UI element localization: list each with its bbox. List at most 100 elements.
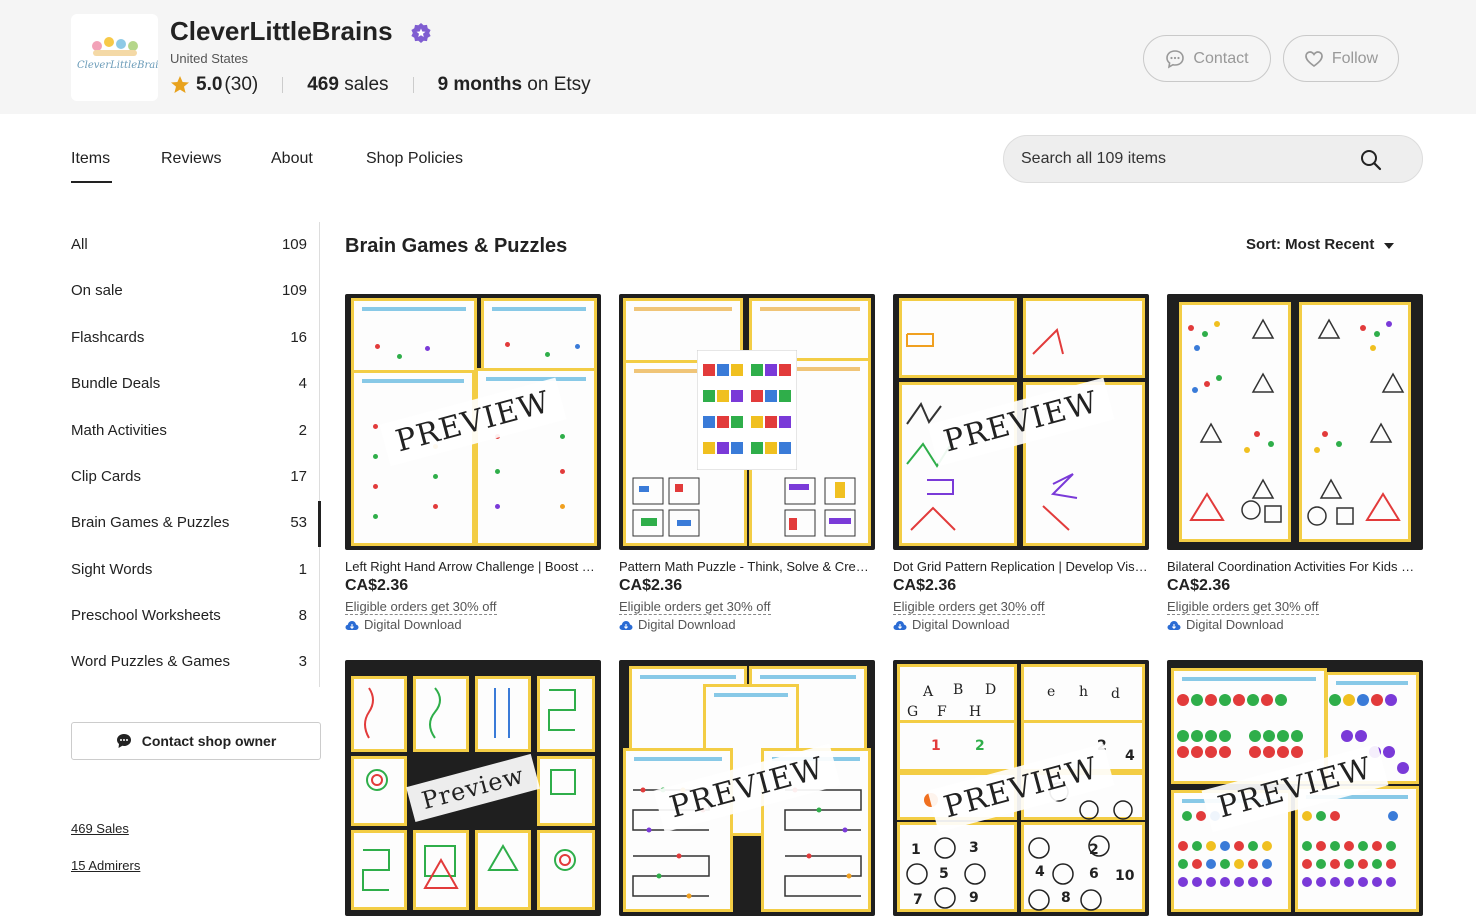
svg-text:3: 3 [969,840,979,856]
sidebar-item-brain-games-puzzles[interactable]: Brain Games & Puzzles 53 [71,514,307,538]
sidebar-item-label: Flashcards [71,329,145,346]
listing-thumbnail[interactable]: ABDGFH ehd 1224 13597 246108 PREVIEW [893,660,1149,916]
svg-text:h: h [1079,684,1088,700]
sidebar-item-bundle-deals[interactable]: Bundle Deals 4 [71,375,307,399]
caret-down-icon [1384,242,1395,249]
section-title: Brain Games & Puzzles [345,235,568,257]
listing-title[interactable]: Pattern Math Puzzle - Think, Solve & Cre… [619,559,875,574]
sidebar-item-clip-cards[interactable]: Clip Cards 17 [71,468,307,492]
cloud-download-icon [893,620,907,630]
sidebar-item-word-puzzles-games[interactable]: Word Puzzles & Games 3 [71,653,307,677]
pattern-boxes-image [632,477,856,537]
svg-text:B: B [953,682,963,698]
heart-icon [1305,50,1323,67]
listing-delivery: Digital Download [345,617,462,632]
listing-thumbnail[interactable]: PREVIEW [345,294,601,550]
svg-text:4: 4 [1125,748,1135,764]
svg-text:5: 5 [939,866,949,882]
listing-promo[interactable]: Eligible orders get 30% off [893,599,1045,615]
listing-thumbnail[interactable] [1167,294,1423,550]
svg-text:G: G [907,704,918,720]
sidebar-item-sight-words[interactable]: Sight Words 1 [71,561,307,585]
cloud-download-icon [619,620,633,630]
listing-title[interactable]: Dot Grid Pattern Replication | Develop V… [893,559,1149,574]
tab-reviews[interactable]: Reviews [161,150,221,168]
sidebar-item-preschool-worksheets[interactable]: Preschool Worksheets 8 [71,607,307,631]
tab-shop-policies[interactable]: Shop Policies [366,150,463,168]
tab-items[interactable]: Items [71,150,113,183]
sidebar-item-count: 4 [298,375,307,392]
shop-logo[interactable]: CleverLittleBrains [71,14,158,101]
svg-text:D: D [985,682,996,698]
listing-delivery-label: Digital Download [1186,617,1284,632]
shop-age: 9 months [437,74,523,95]
shop-stats: 5.0 (30) 469 sales 9 months on Etsy [170,72,591,98]
sales-link[interactable]: 469 Sales [71,821,129,836]
listing-delivery-label: Digital Download [364,617,462,632]
pattern-grid-image [697,350,797,470]
contact-shop-owner-label: Contact shop owner [141,733,277,749]
search-icon[interactable] [1359,148,1383,172]
cloud-download-icon [1167,620,1181,630]
listing-delivery-label: Digital Download [912,617,1010,632]
listing-price: CA$2.36 [893,577,957,594]
sidebar-item-count: 1 [298,561,307,578]
shop-search [1003,135,1423,183]
sidebar-item-all[interactable]: All 109 [71,236,307,260]
sidebar-item-flashcards[interactable]: Flashcards 16 [71,329,307,353]
listing-delivery: Digital Download [1167,617,1284,632]
shop-age-suffix: on Etsy [527,74,591,95]
svg-text:H: H [969,704,981,720]
listing-price: CA$2.36 [1167,577,1231,594]
chat-bubble-icon [116,734,131,748]
svg-text:1: 1 [931,738,941,754]
svg-text:d: d [1111,686,1120,702]
kids-illustration-icon [92,37,138,56]
listing-promo[interactable]: Eligible orders get 30% off [619,599,771,615]
svg-text:7: 7 [913,892,923,908]
sidebar-item-count: 16 [290,329,307,346]
sidebar-item-label: Word Puzzles & Games [71,653,230,670]
sales-word: sales [344,74,389,95]
sidebar-divider [319,222,320,687]
review-count[interactable]: (30) [224,74,258,96]
listing-promo[interactable]: Eligible orders get 30% off [345,599,497,615]
divider [282,77,284,93]
contact-shop-owner-button[interactable]: Contact shop owner [71,722,321,760]
shop-location: United States [170,51,249,66]
listing-price: CA$2.36 [619,577,683,594]
star-seller-badge-icon[interactable] [411,23,431,43]
shop-rating: 5.0 [196,74,223,95]
sidebar-item-on-sale[interactable]: On sale 109 [71,282,307,306]
sidebar-item-math-activities[interactable]: Math Activities 2 [71,422,307,446]
logo-wordmark: CleverLittleBrains [77,60,158,71]
sidebar-item-label: Math Activities [71,422,167,439]
listing-thumbnail[interactable]: PREVIEW [893,294,1149,550]
shop-name[interactable]: CleverLittleBrains [170,16,393,47]
sidebar-item-count: 2 [298,422,307,439]
listing-title[interactable]: Left Right Hand Arrow Challenge | Boost … [345,559,601,574]
divider [412,77,414,93]
listing-title[interactable]: Bilateral Coordination Activities For Ki… [1167,559,1423,574]
contact-button[interactable]: Contact [1143,35,1271,82]
listing-delivery-label: Digital Download [638,617,736,632]
listing-thumbnail[interactable]: PREVIEW [1167,660,1423,916]
sidebar-item-count: 17 [290,468,307,485]
listing-thumbnail[interactable] [619,294,875,550]
follow-button[interactable]: Follow [1283,35,1399,82]
listing-thumbnail[interactable]: PREVIEW [619,660,875,916]
listing-delivery: Digital Download [619,617,736,632]
svg-text:10: 10 [1115,868,1135,884]
svg-text:2: 2 [975,738,985,754]
admirers-link[interactable]: 15 Admirers [71,858,140,873]
search-input[interactable] [1021,136,1351,182]
cloud-download-icon [345,620,359,630]
tab-about[interactable]: About [271,150,313,168]
sidebar-item-label: Brain Games & Puzzles [71,514,230,531]
sidebar-item-label: All [71,236,88,253]
sidebar-item-count: 53 [290,514,307,531]
svg-text:A: A [922,684,934,700]
sort-dropdown[interactable]: Sort: Most Recent [1246,236,1395,253]
listing-thumbnail[interactable]: Preview [345,660,601,916]
listing-promo[interactable]: Eligible orders get 30% off [1167,599,1319,615]
